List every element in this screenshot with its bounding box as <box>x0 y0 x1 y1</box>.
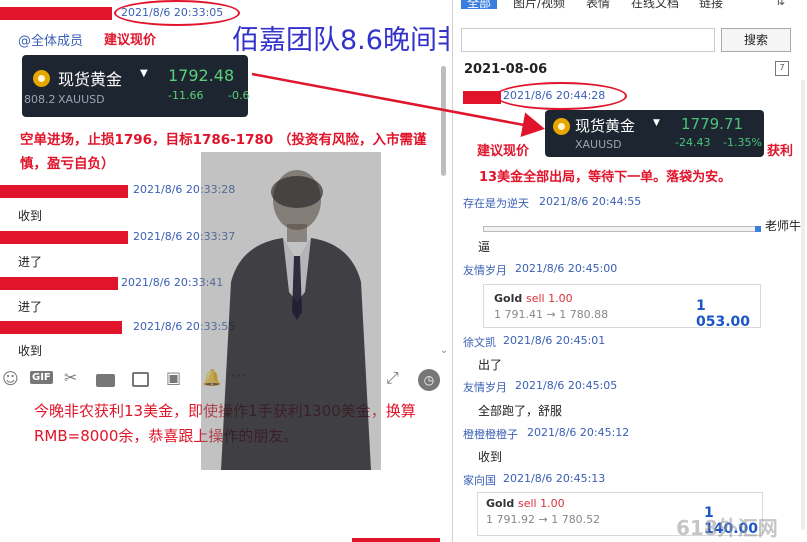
site-watermark: 618外汇网 <box>676 516 778 540</box>
annotation-arrow <box>251 72 545 138</box>
